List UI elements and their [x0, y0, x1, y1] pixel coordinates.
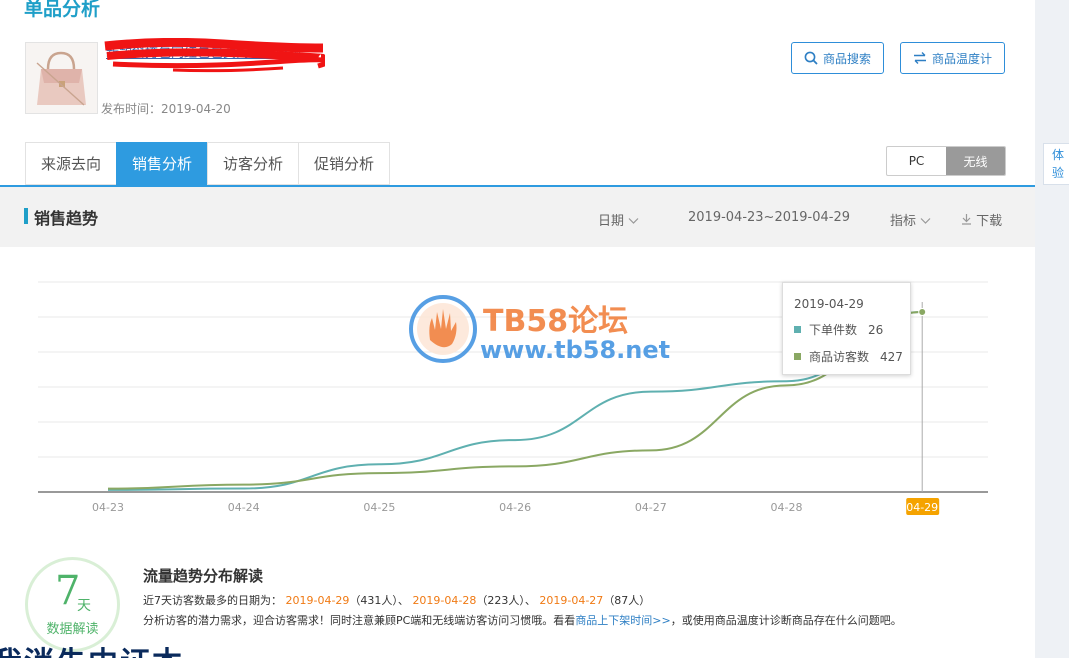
- publish-date-value: 2019-04-20: [161, 102, 231, 116]
- tab-visitors[interactable]: 访客分析: [207, 142, 299, 185]
- orders-swatch: [794, 326, 801, 333]
- redaction-scribble: [104, 38, 325, 73]
- download-icon: [962, 214, 971, 225]
- badge-unit: 天: [77, 598, 91, 614]
- date-dropdown[interactable]: 日期: [598, 210, 639, 229]
- search-icon: [804, 51, 818, 65]
- wireless-toggle[interactable]: 无线: [946, 147, 1005, 175]
- product-search-label: 商品搜索: [823, 51, 872, 66]
- top-day-2-count: （223人）、: [476, 594, 536, 607]
- x-tick-label: 04-26: [499, 501, 531, 514]
- page-title: 单品分析: [24, 0, 101, 20]
- tooltip-row-orders: 下单件数 26: [794, 321, 910, 338]
- tooltip-date: 2019-04-29: [794, 297, 864, 311]
- tooltip-orders-value: 26: [868, 322, 884, 337]
- right-scroll-rail: [1035, 0, 1069, 658]
- bottom-cropped-text: 我消先中证本: [0, 638, 184, 658]
- tooltip-orders-label: 下单件数: [809, 323, 858, 337]
- top-days-line: 近7天访客数最多的日期为： 2019-04-29（431人）、 2019-04-…: [143, 592, 650, 608]
- trend-title: 销售趋势: [34, 209, 99, 228]
- interpretation-title: 流量趋势分布解读: [143, 567, 264, 585]
- hand-logo-icon: [409, 295, 477, 363]
- device-toggle: PC 无线: [886, 146, 1006, 176]
- tab-sales[interactable]: 销售分析: [116, 142, 208, 185]
- handbag-image: [26, 43, 97, 113]
- chart-tooltip: 2019-04-29 下单件数 26 商品访客数 427: [782, 282, 911, 375]
- tab-promotion[interactable]: 促销分析: [298, 142, 391, 185]
- download-label: 下载: [976, 214, 1003, 229]
- side-float-line1: 体验: [1052, 148, 1065, 180]
- analysis-tabs: 来源去向 销售分析 访客分析 促销分析: [25, 142, 391, 185]
- visitors-swatch: [794, 353, 801, 360]
- tooltip-visitors-label: 商品访客数: [809, 350, 870, 364]
- product-thermometer-button[interactable]: 商品温度计: [900, 42, 1006, 74]
- top-day-1-count: （431人）、: [349, 594, 409, 607]
- listing-time-link[interactable]: 商品上下架时间>>: [575, 614, 670, 627]
- product-thumbnail[interactable]: [25, 42, 98, 114]
- x-tick-label: 04-29: [906, 501, 938, 514]
- advice-tail: ，或使用商品温度计诊断商品存在什么问题吧。: [670, 614, 902, 627]
- metric-dropdown[interactable]: 指标: [890, 210, 931, 229]
- pc-toggle[interactable]: PC: [887, 147, 946, 175]
- top-day-3-date: 2019-04-27: [539, 594, 604, 607]
- forum-watermark: TB58论坛 www.tb58.net: [408, 292, 671, 370]
- top-day-3-count: （87人）: [603, 594, 651, 607]
- date-range[interactable]: 2019-04-23~2019-04-29: [688, 210, 850, 225]
- download-button[interactable]: 下载: [961, 210, 1002, 229]
- section-accent-bar: [24, 208, 28, 224]
- trend-header-band: [0, 187, 1035, 247]
- chevron-down-icon: [628, 218, 639, 224]
- x-tick-label: 04-27: [635, 501, 667, 514]
- advice-line: 分析访客的潜力需求，迎合访客需求！同时注意兼顾PC端和无线端访客访问习惯哦。看看…: [143, 612, 902, 628]
- tab-source[interactable]: 来源去向: [25, 142, 117, 185]
- top-day-2-date: 2019-04-28: [412, 594, 477, 607]
- date-dropdown-label: 日期: [598, 214, 625, 229]
- x-tick-label: 04-23: [92, 501, 124, 514]
- page: 体验 新版 单品分析 新款斜挎包网红包包女简约百搭潮 发布时间：2019-04-…: [0, 0, 1069, 658]
- publish-date: 发布时间：2019-04-20: [101, 100, 231, 117]
- data-point: [918, 308, 927, 316]
- tooltip-row-visitors: 商品访客数 427: [794, 348, 910, 365]
- product-thermometer-label: 商品温度计: [932, 51, 993, 66]
- top-day-1-date: 2019-04-29: [285, 594, 350, 607]
- swap-arrows-icon: [914, 52, 926, 64]
- advice-text: 分析访客的潜力需求，迎合访客需求！同时注意兼顾PC端和无线端访客访问习惯哦。看看: [143, 614, 576, 627]
- x-tick-label: 04-28: [771, 501, 803, 514]
- product-search-button[interactable]: 商品搜索: [791, 42, 885, 74]
- metric-dropdown-label: 指标: [890, 214, 917, 229]
- try-new-version-float[interactable]: 体验 新版: [1043, 143, 1069, 185]
- watermark-name: TB58论坛: [483, 304, 629, 339]
- chevron-down-icon: [920, 218, 931, 224]
- x-tick-label: 04-25: [363, 501, 395, 514]
- badge-text: 数据解读: [46, 622, 99, 637]
- top-days-intro: 近7天访客数最多的日期为：: [143, 594, 282, 607]
- x-tick-label: 04-24: [228, 501, 260, 514]
- side-float-line2: 新版: [1052, 182, 1069, 184]
- publish-label: 发布时间：: [101, 102, 162, 116]
- watermark-url: www.tb58.net: [480, 336, 671, 364]
- tooltip-visitors-value: 427: [880, 349, 903, 364]
